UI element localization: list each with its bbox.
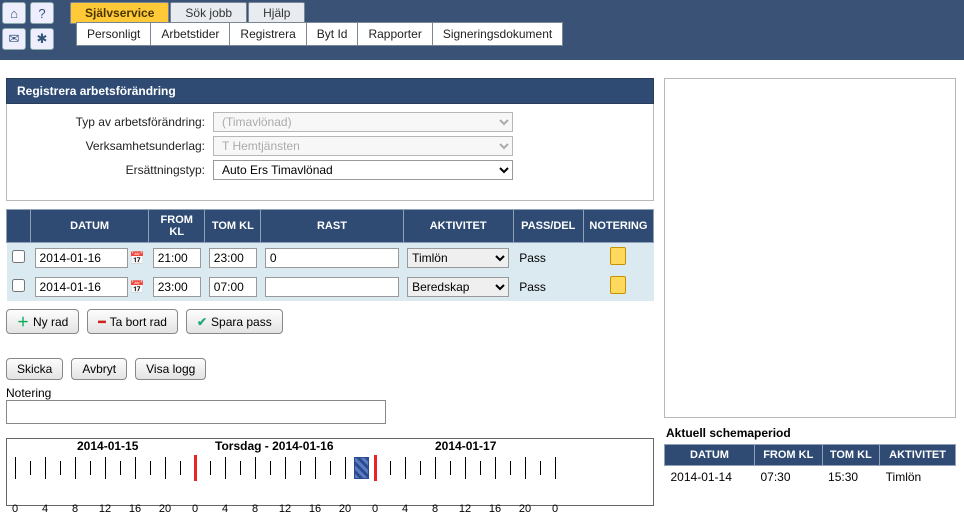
ersattning-select[interactable]: Auto Ers Timavlönad: [213, 160, 513, 180]
from-input[interactable]: [153, 248, 201, 268]
visa-logg-button[interactable]: Visa logg: [135, 358, 206, 380]
timeline-day-3: 2014-01-17: [435, 439, 496, 453]
tom-input[interactable]: [209, 277, 257, 297]
schedule-from: 07:30: [754, 466, 822, 489]
rcol-datum: DATUM: [665, 445, 755, 466]
col-passdel: PASS/DEL: [513, 210, 583, 243]
tab-signeringsdokument[interactable]: Signeringsdokument: [432, 22, 563, 46]
spara-pass-button[interactable]: ✔Spara pass: [186, 309, 283, 334]
ta-bort-rad-button[interactable]: ━Ta bort rad: [87, 309, 178, 334]
aktivitet-select[interactable]: Timlön: [407, 248, 509, 268]
mail-icon[interactable]: ✉: [2, 28, 26, 50]
from-input[interactable]: [153, 277, 201, 297]
table-row: 📅 Timlön Pass: [7, 243, 654, 273]
tab-personligt[interactable]: Personligt: [76, 22, 150, 46]
tab-byt-id[interactable]: Byt Id: [306, 22, 358, 46]
gear-icon[interactable]: ✱: [30, 28, 54, 50]
table-row: 📅 Beredskap Pass: [7, 272, 654, 301]
aktivitet-select[interactable]: Beredskap: [407, 277, 509, 297]
rows-table: DATUM FROM KL TOM KL RAST AKTIVITET PASS…: [6, 209, 654, 301]
ny-rad-button[interactable]: ＋Ny rad: [6, 309, 79, 334]
timeline-day-2: Torsdag - 2014-01-16: [215, 439, 334, 453]
note-icon[interactable]: [610, 276, 626, 294]
notering-input[interactable]: [6, 400, 386, 424]
page-title: Registrera arbetsförändring: [6, 78, 654, 104]
help-icon[interactable]: ?: [30, 2, 54, 24]
note-icon[interactable]: [610, 247, 626, 265]
typ-select: (Timavlönad): [213, 112, 513, 132]
rcol-tom: TOM KL: [822, 445, 880, 466]
schedule-box: [664, 78, 956, 418]
col-from: FROM KL: [149, 210, 205, 243]
typ-label: Typ av arbetsförändring:: [23, 115, 213, 129]
schedule-table: DATUM FROM KL TOM KL AKTIVITET 2014-01-1…: [664, 444, 956, 488]
avbryt-button[interactable]: Avbryt: [71, 358, 127, 380]
row-checkbox[interactable]: [12, 250, 25, 263]
calendar-icon[interactable]: 📅: [130, 249, 145, 267]
passdel-value: Pass: [513, 272, 583, 301]
tab-sjalvservice[interactable]: Självservice: [70, 2, 169, 24]
form-actions: Skicka Avbryt Visa logg: [6, 358, 654, 380]
topbar: ⌂ ? ✉ ✱ Självservice Sök jobb Hjälp Pers…: [0, 0, 964, 60]
schedule-aktivitet: Timlön: [880, 466, 956, 489]
tab-sok-jobb[interactable]: Sök jobb: [170, 2, 247, 24]
tab-hjalp[interactable]: Hjälp: [248, 2, 305, 24]
primary-tabs: Självservice Sök jobb Hjälp: [70, 2, 306, 24]
form: Typ av arbetsförändring: (Timavlönad) Ve…: [6, 104, 654, 201]
schedule-row: 2014-01-14 07:30 15:30 Timlön: [665, 466, 956, 489]
rcol-aktivitet: AKTIVITET: [880, 445, 956, 466]
col-datum: DATUM: [31, 210, 149, 243]
home-icon[interactable]: ⌂: [2, 2, 26, 24]
timeline: 2014-01-15 Torsdag - 2014-01-16 2014-01-…: [6, 438, 654, 506]
datum-input[interactable]: [35, 277, 128, 297]
schedule-datum: 2014-01-14: [665, 466, 755, 489]
tab-arbetstider[interactable]: Arbetstider: [150, 22, 229, 46]
calendar-icon[interactable]: 📅: [130, 278, 145, 296]
tom-input[interactable]: [209, 248, 257, 268]
row-checkbox[interactable]: [12, 279, 25, 292]
tab-registrera[interactable]: Registrera: [229, 22, 305, 46]
passdel-value: Pass: [513, 243, 583, 273]
col-check: [7, 210, 31, 243]
schedule-header: Aktuell schemaperiod: [664, 422, 956, 444]
col-aktivitet: AKTIVITET: [403, 210, 513, 243]
rast-input[interactable]: [265, 248, 399, 268]
rcol-from: FROM KL: [754, 445, 822, 466]
datum-input[interactable]: [35, 248, 128, 268]
col-rast: RAST: [261, 210, 403, 243]
col-notering: NOTERING: [583, 210, 653, 243]
row-actions: ＋Ny rad ━Ta bort rad ✔Spara pass: [6, 309, 654, 334]
ersattning-label: Ersättningstyp:: [23, 163, 213, 177]
verksamhet-label: Verksamhetsunderlag:: [23, 139, 213, 153]
topbar-icon-group: ⌂ ? ✉ ✱: [0, 0, 56, 52]
notering-label: Notering: [6, 386, 654, 400]
rast-input[interactable]: [265, 277, 399, 297]
timeline-block: [354, 457, 369, 479]
schedule-tom: 15:30: [822, 466, 880, 489]
col-tom: TOM KL: [205, 210, 261, 243]
verksamhet-select: T Hemtjänsten: [213, 136, 513, 156]
timeline-day-1: 2014-01-15: [77, 439, 138, 453]
tab-rapporter[interactable]: Rapporter: [357, 22, 431, 46]
secondary-tabs: Personligt Arbetstider Registrera Byt Id…: [76, 22, 563, 46]
skicka-button[interactable]: Skicka: [6, 358, 63, 380]
